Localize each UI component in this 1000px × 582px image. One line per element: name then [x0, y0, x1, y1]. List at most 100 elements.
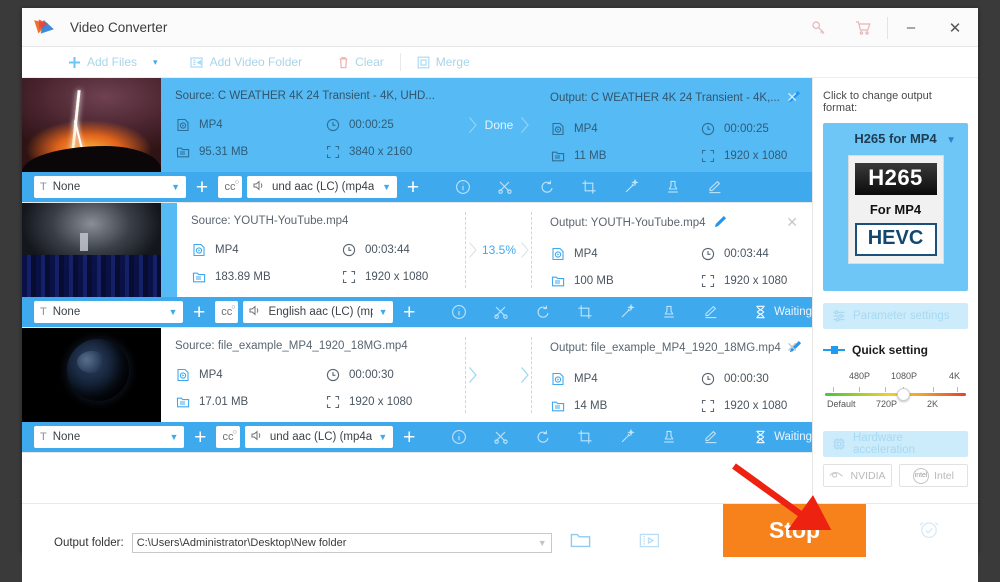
chevron-down-icon[interactable]: ▼	[382, 182, 391, 192]
effect-icon[interactable]	[619, 428, 635, 445]
subtitle-select[interactable]: T None ▼	[34, 176, 186, 198]
trim-icon[interactable]	[493, 429, 509, 445]
chevron-down-icon[interactable]: ▼	[168, 307, 177, 317]
subtitle-edit-icon[interactable]	[703, 304, 719, 320]
watermark-icon[interactable]	[661, 429, 677, 445]
output-folder-label: Output folder:	[54, 537, 124, 549]
merge-icon	[417, 56, 430, 68]
file-row[interactable]: Source: YOUTH-YouTube.mp4 MP4 00:03:44 1…	[22, 203, 812, 297]
conversion-status	[466, 328, 532, 422]
remove-file-button[interactable]: ✕	[786, 339, 798, 356]
output-folder-input[interactable]: C:\Users\Administrator\Desktop\New folde…	[131, 533, 552, 553]
add-audio-button[interactable]: +	[402, 176, 424, 198]
format-name: H265 for MP4	[854, 131, 937, 146]
crop-icon[interactable]	[577, 429, 593, 445]
merge-button[interactable]: Merge	[417, 55, 470, 69]
add-files-button[interactable]: Add Files ▾	[68, 55, 158, 69]
hourglass-icon	[756, 430, 765, 444]
quality-slider[interactable]: Default 480P 720P 1080P 2K 4K	[823, 369, 968, 423]
trim-icon[interactable]	[493, 304, 509, 320]
file-row[interactable]: Source: C WEATHER 4K 24 Transient - 4K, …	[22, 78, 812, 172]
effect-icon[interactable]	[623, 178, 639, 195]
remove-file-button[interactable]: ✕	[786, 89, 798, 106]
nvidia-toggle[interactable]: NVIDIA	[823, 464, 892, 487]
subtitle-select[interactable]: T None ▼	[34, 301, 184, 323]
subtitle-edit-icon[interactable]	[707, 179, 723, 195]
add-subtitle-button[interactable]: +	[189, 426, 211, 448]
value: 11 MB	[574, 149, 607, 162]
file-options-bar: T None ▼ + cc ○ und aac (LC) (mp4a ▼ +	[22, 172, 812, 202]
slider-thumb[interactable]	[897, 388, 910, 401]
closed-caption-button[interactable]: cc ○	[218, 176, 242, 198]
remove-file-button[interactable]: ✕	[786, 214, 798, 231]
crop-icon[interactable]	[577, 304, 593, 320]
add-subtitle-button[interactable]: +	[191, 176, 213, 198]
source-info: Source: file_example_MP4_1920_18MG.mp4 M…	[161, 328, 466, 422]
edit-tools	[455, 178, 723, 195]
nvidia-label: NVIDIA	[850, 469, 886, 482]
stop-button[interactable]: Stop	[723, 504, 866, 557]
chevron-down-icon[interactable]: ▾	[153, 57, 158, 68]
alarm-clock-icon[interactable]	[918, 518, 940, 545]
close-button[interactable]: ✕	[932, 8, 978, 47]
subtitle-value: None	[52, 431, 81, 443]
open-folder-icon[interactable]	[570, 532, 591, 554]
hardware-acceleration-label: Hardware acceleration	[853, 432, 916, 456]
add-subtitle-button[interactable]: +	[188, 301, 210, 323]
output-title: Output: C WEATHER 4K 24 Transient - 4K,.…	[550, 92, 780, 104]
hardware-acceleration-button[interactable]: Hardware acceleration	[823, 431, 968, 457]
effect-icon[interactable]	[619, 303, 635, 320]
intel-toggle[interactable]: intel Intel	[899, 464, 968, 487]
chevron-down-icon[interactable]: ▼	[946, 135, 956, 146]
key-icon[interactable]	[797, 8, 841, 47]
chevron-right-icon	[521, 242, 529, 258]
main-toolbar: Add Files ▾ Add Video Folder Clear Merge	[22, 47, 978, 78]
alarm-glyph	[919, 522, 939, 539]
row-divider	[22, 452, 812, 453]
rotate-icon[interactable]	[535, 304, 551, 320]
video-folder-icon	[189, 56, 203, 68]
add-video-folder-button[interactable]: Add Video Folder	[189, 55, 302, 69]
closed-caption-button[interactable]: cc ○	[216, 426, 240, 448]
closed-caption-button[interactable]: cc ○	[214, 301, 239, 323]
trim-icon[interactable]	[497, 179, 513, 195]
film-strip-icon[interactable]	[639, 532, 660, 554]
info-icon[interactable]	[455, 179, 471, 195]
audio-select[interactable]: und aac (LC) (mp4a ▼	[247, 176, 397, 198]
value: MP4	[199, 118, 223, 131]
add-audio-button[interactable]: +	[398, 301, 420, 323]
rotate-icon[interactable]	[535, 429, 551, 445]
clear-button[interactable]: Clear	[338, 55, 384, 69]
output-info: Output: file_example_MP4_1920_18MG.mp4 M…	[532, 328, 812, 422]
edit-output-name-icon[interactable]	[714, 215, 727, 231]
chevron-down-icon[interactable]: ▼	[379, 307, 388, 317]
audio-select[interactable]: English aac (LC) (mp ▼	[243, 301, 394, 323]
minimize-button[interactable]: –	[890, 8, 932, 47]
subtitle-edit-icon[interactable]	[703, 429, 719, 445]
rotate-icon[interactable]	[539, 179, 555, 195]
add-files-label: Add Files	[87, 55, 138, 69]
info-icon[interactable]	[451, 429, 467, 445]
shopping-cart-icon[interactable]	[841, 8, 885, 47]
crop-icon[interactable]	[581, 179, 597, 195]
chevron-down-icon[interactable]: ▼	[169, 432, 178, 442]
edit-tools	[451, 303, 719, 320]
watermark-icon[interactable]	[665, 179, 681, 195]
file-size-icon	[550, 148, 565, 163]
output-resolution: 1920 x 1080	[700, 273, 812, 288]
chevron-down-icon[interactable]: ▼	[378, 432, 387, 442]
value: 183.89 MB	[215, 270, 271, 283]
info-icon[interactable]	[451, 304, 467, 320]
clock-icon	[700, 371, 715, 386]
value: 00:03:44	[724, 247, 769, 260]
audio-select[interactable]: und aac (LC) (mp4a ▼	[244, 426, 394, 448]
subtitle-select[interactable]: T None ▼	[34, 426, 185, 448]
file-row[interactable]: Source: file_example_MP4_1920_18MG.mp4 M…	[22, 328, 812, 422]
output-format-card[interactable]: H265 for MP4 ▼ H265 For MP4 HEVC	[823, 123, 968, 291]
add-audio-button[interactable]: +	[398, 426, 420, 448]
parameter-settings-button[interactable]: Parameter settings	[823, 303, 968, 329]
watermark-icon[interactable]	[661, 304, 677, 320]
source-format: MP4	[175, 367, 325, 382]
chevron-down-icon[interactable]: ▼	[171, 182, 180, 192]
chevron-down-icon[interactable]: ▼	[538, 538, 547, 548]
